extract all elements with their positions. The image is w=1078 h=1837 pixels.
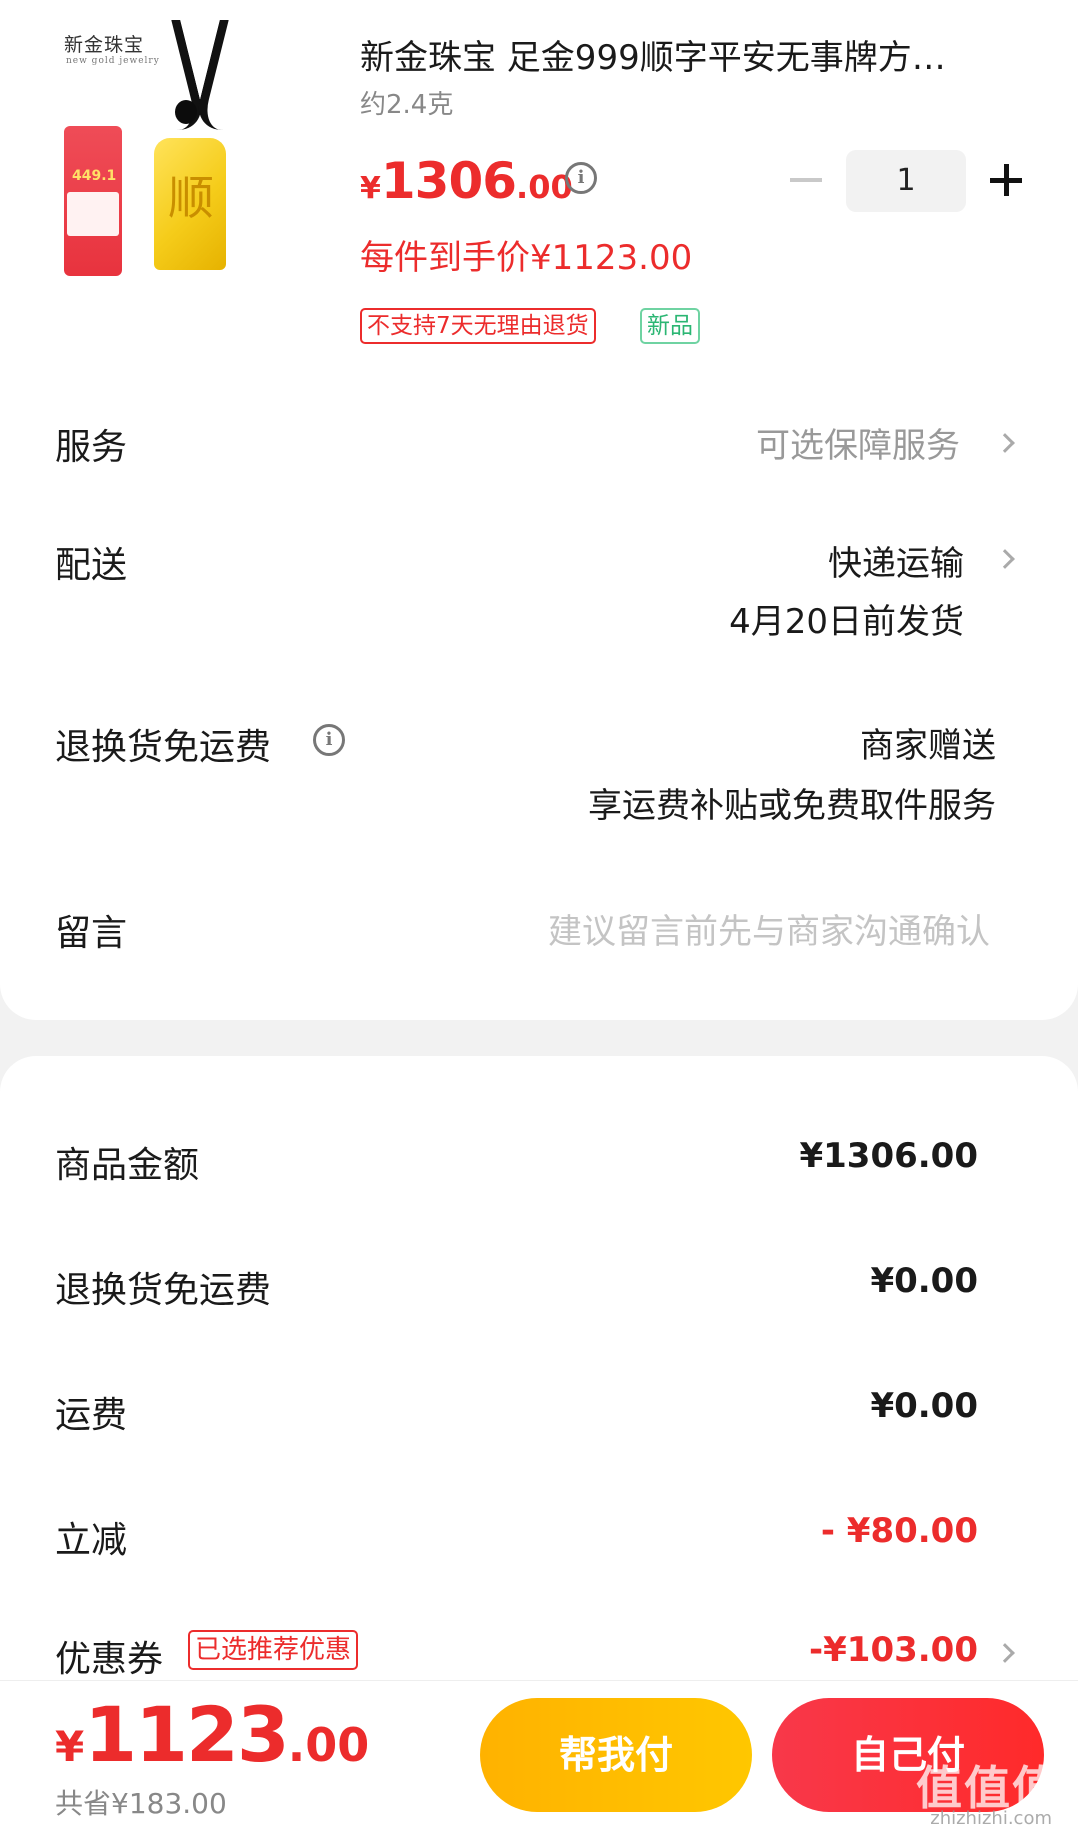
instant-discount-value: - ¥80.00 xyxy=(820,1511,978,1551)
return-freight-fee-label: 退换货免运费 xyxy=(55,1270,272,1311)
watermark-url: zhizhizhi.com xyxy=(930,1808,1052,1829)
shipping-fee-value: ¥0.00 xyxy=(870,1386,978,1426)
necklace-cord xyxy=(192,20,250,130)
quantity-input[interactable]: 1 xyxy=(846,150,966,212)
shipping-fee-label: 运费 xyxy=(55,1395,128,1436)
goods-amount-label: 商品金额 xyxy=(55,1145,200,1186)
thumbnail-brand-sub: new gold jewelry xyxy=(66,56,160,66)
deal-price: 每件到手价¥1123.00 xyxy=(360,238,693,278)
coupon-label: 优惠券 xyxy=(55,1639,164,1680)
delivery-method[interactable]: 快递运输 xyxy=(828,536,964,585)
price-decimal: .00 xyxy=(516,168,573,206)
product-thumbnail[interactable]: 新金珠宝 new gold jewelry 449.1 顺 xyxy=(56,20,326,280)
no-return-badge: 不支持7天无理由退货 xyxy=(360,308,596,344)
total-decimal: .00 xyxy=(287,1718,370,1772)
total-integer: 1123 xyxy=(84,1690,290,1779)
return-freight-subtext: 享运费补贴或免费取件服务 xyxy=(588,786,996,826)
minus-icon[interactable] xyxy=(790,178,822,182)
thumbnail-brand-logo: 新金珠宝 xyxy=(64,34,145,56)
delivery-date: 4月20日前发货 xyxy=(729,602,964,642)
goods-amount-value: ¥1306.00 xyxy=(799,1136,978,1176)
message-input[interactable]: 建议留言前先与商家沟通确认 xyxy=(548,904,990,953)
return-freight-label: 退换货免运费 xyxy=(55,727,272,768)
service-option-link[interactable]: 可选保障服务 xyxy=(756,418,960,467)
unit-price: ¥1306.00 xyxy=(360,152,573,210)
message-label: 留言 xyxy=(55,913,128,954)
coupon-selected-badge[interactable]: 已选推荐优惠 xyxy=(188,1630,359,1670)
delivery-label: 配送 xyxy=(55,545,128,586)
price-info-icon[interactable]: i xyxy=(565,162,597,194)
coupon-value[interactable]: -¥103.00 xyxy=(809,1630,978,1670)
total-currency: ¥ xyxy=(55,1722,85,1771)
price-currency: ¥ xyxy=(360,171,381,206)
total-price: ¥1123.00 xyxy=(55,1690,369,1779)
plus-icon[interactable] xyxy=(1004,164,1009,196)
gold-pendant-image: 顺 xyxy=(154,138,226,270)
pendant-glyph: 顺 xyxy=(168,171,214,225)
total-saved: 共省¥183.00 xyxy=(55,1787,227,1820)
thumbnail-promo-price: 449.1 xyxy=(72,168,117,184)
new-product-badge: 新品 xyxy=(640,308,700,344)
necklace-bead xyxy=(175,100,197,124)
return-info-icon[interactable]: i xyxy=(313,724,345,756)
price-integer: 1306 xyxy=(380,152,517,210)
return-freight-value: 商家赠送 xyxy=(860,726,996,766)
thumbnail-promo-banner: 449.1 xyxy=(64,126,122,276)
thumbnail-promo-box xyxy=(67,192,119,236)
help-me-pay-button[interactable]: 帮我付 xyxy=(480,1698,752,1812)
product-weight: 约2.4克 xyxy=(360,90,454,120)
return-freight-fee-value: ¥0.00 xyxy=(870,1261,978,1301)
instant-discount-label: 立减 xyxy=(55,1520,128,1561)
service-label: 服务 xyxy=(55,427,128,468)
product-title[interactable]: 新金珠宝 足金999顺字平安无事牌方… xyxy=(360,30,1030,79)
